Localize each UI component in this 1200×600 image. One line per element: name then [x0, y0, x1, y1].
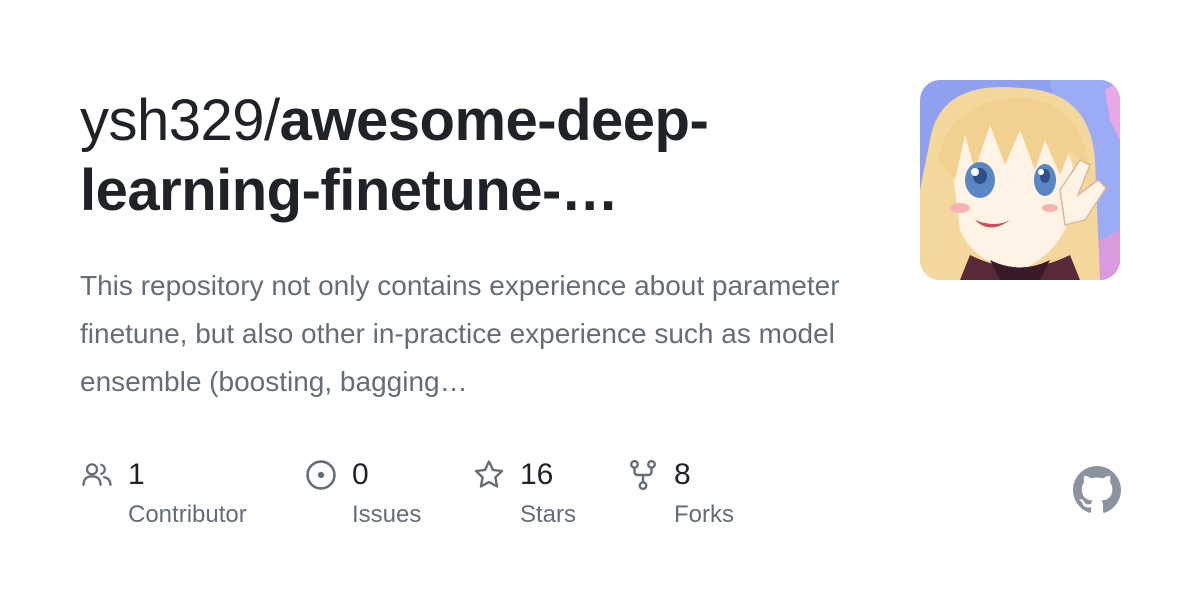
- stars-label: Stars: [520, 501, 577, 528]
- forks-count: 8: [674, 458, 691, 491]
- anime-avatar-illustration: [920, 80, 1120, 280]
- repo-owner[interactable]: ysh329/: [80, 88, 280, 153]
- stat-stars[interactable]: 16 Stars: [472, 456, 612, 536]
- github-logo-icon[interactable]: [1073, 466, 1121, 514]
- forks-label: Forks: [674, 501, 734, 528]
- repo-title[interactable]: ysh329/awesome-deep-learning-finetune-…: [80, 86, 860, 226]
- stat-issues[interactable]: 0 Issues: [304, 456, 464, 536]
- stars-count: 16: [520, 458, 554, 491]
- contributors-count: 1: [128, 458, 145, 491]
- stat-contributors[interactable]: 1 Contributor: [80, 456, 300, 536]
- repo-forked-icon: [630, 459, 656, 491]
- issues-count: 0: [352, 458, 369, 491]
- repo-description: This repository not only contains experi…: [80, 270, 840, 397]
- social-preview-card: ysh329/awesome-deep-learning-finetune-… …: [0, 0, 1200, 600]
- stat-forks[interactable]: 8 Forks: [626, 456, 786, 536]
- contributors-label: Contributor: [128, 501, 247, 528]
- owner-avatar[interactable]: [920, 80, 1120, 280]
- people-icon: [82, 463, 112, 487]
- star-icon: [474, 460, 504, 488]
- issues-label: Issues: [352, 501, 422, 528]
- issue-opened-icon: [306, 460, 336, 490]
- repo-stats: 1 Contributor 0 Issues 16 Stars 8 Forks: [80, 456, 800, 536]
